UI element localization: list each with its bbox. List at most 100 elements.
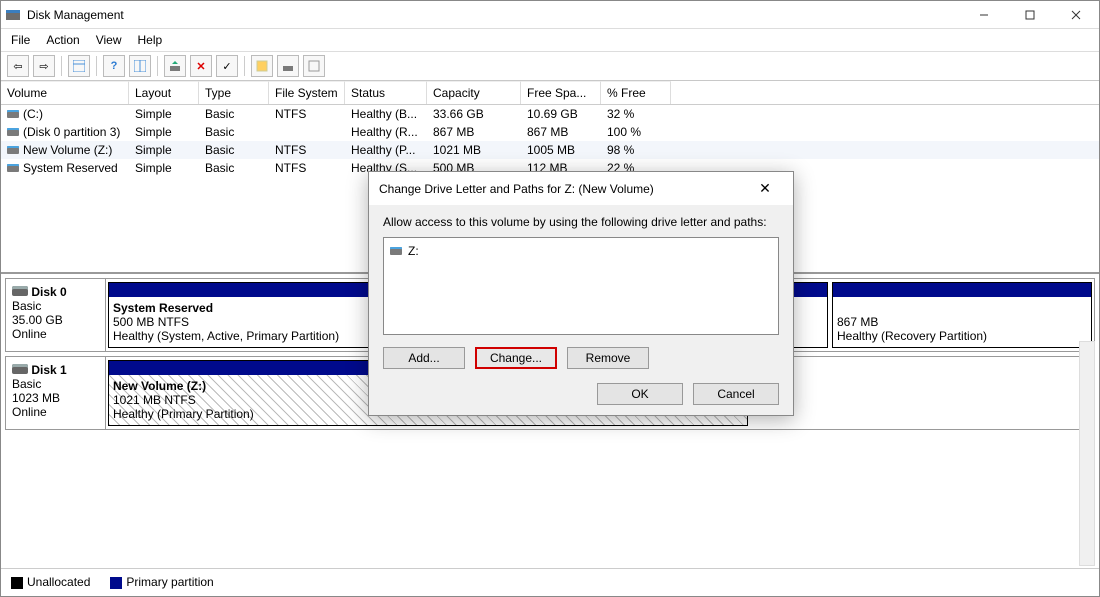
part-size: 1021 MB NTFS bbox=[113, 393, 196, 407]
window-title: Disk Management bbox=[27, 8, 1095, 22]
disk-state: Online bbox=[12, 405, 47, 419]
paths-listbox[interactable]: Z: bbox=[383, 237, 779, 335]
vol-name: System Reserved bbox=[23, 161, 118, 175]
toolbar-sep bbox=[61, 56, 62, 76]
toolbar-icon[interactable] bbox=[303, 55, 325, 77]
titlebar: Disk Management bbox=[1, 1, 1099, 29]
vol-free: 1005 MB bbox=[521, 141, 601, 159]
vol-status: Healthy (R... bbox=[345, 123, 427, 141]
disk-size: 35.00 GB bbox=[12, 313, 63, 327]
disk0-label[interactable]: Disk 0 Basic 35.00 GB Online bbox=[6, 279, 106, 351]
toolbar-view-icon[interactable] bbox=[68, 55, 90, 77]
dialog-titlebar: Change Drive Letter and Paths for Z: (Ne… bbox=[369, 172, 793, 205]
part-title: New Volume (Z:) bbox=[113, 379, 206, 393]
drive-icon bbox=[7, 128, 19, 136]
help-icon[interactable]: ? bbox=[103, 55, 125, 77]
part-status: Healthy (Recovery Partition) bbox=[837, 329, 987, 343]
toolbar-icon[interactable] bbox=[251, 55, 273, 77]
vol-name: New Volume (Z:) bbox=[23, 143, 112, 157]
col-status[interactable]: Status bbox=[345, 81, 427, 104]
path-entry[interactable]: Z: bbox=[390, 244, 772, 258]
partition-system-reserved[interactable]: System Reserved 500 MB NTFS Healthy (Sys… bbox=[108, 282, 398, 348]
volume-row[interactable]: (Disk 0 partition 3) Simple Basic Health… bbox=[1, 123, 1099, 141]
disk-size: 1023 MB bbox=[12, 391, 60, 405]
drive-icon bbox=[7, 164, 19, 172]
disk-state: Online bbox=[12, 327, 47, 341]
menu-file[interactable]: File bbox=[11, 33, 30, 47]
back-button[interactable]: ⇦ bbox=[7, 55, 29, 77]
vol-status: Healthy (B... bbox=[345, 105, 427, 123]
col-type[interactable]: Type bbox=[199, 81, 269, 104]
forward-button[interactable]: ⇨ bbox=[33, 55, 55, 77]
volume-row[interactable]: New Volume (Z:) Simple Basic NTFS Health… bbox=[1, 141, 1099, 159]
maximize-button[interactable] bbox=[1007, 1, 1053, 29]
disk-icon bbox=[12, 286, 28, 296]
part-size: 867 MB bbox=[837, 315, 878, 329]
disk1-label[interactable]: Disk 1 Basic 1023 MB Online bbox=[6, 357, 106, 429]
vol-layout: Simple bbox=[129, 123, 199, 141]
volume-list-header: Volume Layout Type File System Status Ca… bbox=[1, 81, 1099, 105]
volume-row[interactable]: (C:) Simple Basic NTFS Healthy (B... 33.… bbox=[1, 105, 1099, 123]
toolbar-icon[interactable] bbox=[129, 55, 151, 77]
vol-type: Basic bbox=[199, 105, 269, 123]
legend-unalloc: Unallocated bbox=[11, 575, 90, 589]
col-capacity[interactable]: Capacity bbox=[427, 81, 521, 104]
part-title: System Reserved bbox=[113, 301, 213, 315]
disk-icon bbox=[12, 364, 28, 374]
partition-recovery[interactable]: 867 MB Healthy (Recovery Partition) bbox=[832, 282, 1092, 348]
vol-fs: NTFS bbox=[269, 159, 345, 177]
legend-primary: Primary partition bbox=[110, 575, 213, 589]
col-freespace[interactable]: Free Spa... bbox=[521, 81, 601, 104]
delete-icon[interactable]: ✕ bbox=[190, 55, 212, 77]
change-drive-letter-dialog: Change Drive Letter and Paths for Z: (Ne… bbox=[368, 171, 794, 416]
remove-button[interactable]: Remove bbox=[567, 347, 649, 369]
menu-action[interactable]: Action bbox=[46, 33, 79, 47]
properties-icon[interactable]: ✓ bbox=[216, 55, 238, 77]
cancel-button[interactable]: Cancel bbox=[693, 383, 779, 405]
col-layout[interactable]: Layout bbox=[129, 81, 199, 104]
menu-view[interactable]: View bbox=[96, 33, 122, 47]
toolbar-sep bbox=[96, 56, 97, 76]
toolbar-sep bbox=[157, 56, 158, 76]
legend: Unallocated Primary partition bbox=[1, 568, 1099, 595]
dialog-title: Change Drive Letter and Paths for Z: (Ne… bbox=[379, 182, 747, 196]
vertical-scrollbar[interactable] bbox=[1079, 341, 1095, 566]
col-fs[interactable]: File System bbox=[269, 81, 345, 104]
disk-type: Basic bbox=[12, 299, 41, 313]
menu-help[interactable]: Help bbox=[138, 33, 163, 47]
vol-name: (Disk 0 partition 3) bbox=[23, 125, 120, 139]
add-button[interactable]: Add... bbox=[383, 347, 465, 369]
col-volume[interactable]: Volume bbox=[1, 81, 129, 104]
drive-icon bbox=[7, 110, 19, 118]
disk-name: Disk 0 bbox=[31, 285, 66, 299]
drive-icon bbox=[7, 146, 19, 154]
dialog-close-button[interactable]: ✕ bbox=[747, 180, 783, 197]
vol-fs: NTFS bbox=[269, 141, 345, 159]
vol-layout: Simple bbox=[129, 105, 199, 123]
disk-type: Basic bbox=[12, 377, 41, 391]
close-button[interactable] bbox=[1053, 1, 1099, 29]
toolbar-icon[interactable] bbox=[277, 55, 299, 77]
disk-name: Disk 1 bbox=[31, 363, 66, 377]
change-button[interactable]: Change... bbox=[475, 347, 557, 369]
ok-button[interactable]: OK bbox=[597, 383, 683, 405]
window-controls bbox=[961, 1, 1099, 29]
vol-status: Healthy (P... bbox=[345, 141, 427, 159]
vol-free: 10.69 GB bbox=[521, 105, 601, 123]
menubar: File Action View Help bbox=[1, 29, 1099, 52]
vol-layout: Simple bbox=[129, 159, 199, 177]
refresh-icon[interactable] bbox=[164, 55, 186, 77]
vol-cap: 33.66 GB bbox=[427, 105, 521, 123]
part-size: 500 MB NTFS bbox=[113, 315, 189, 329]
minimize-button[interactable] bbox=[961, 1, 1007, 29]
drive-icon bbox=[390, 247, 402, 255]
vol-type: Basic bbox=[199, 159, 269, 177]
vol-layout: Simple bbox=[129, 141, 199, 159]
vol-type: Basic bbox=[199, 141, 269, 159]
col-pctfree[interactable]: % Free bbox=[601, 81, 671, 104]
vol-fs bbox=[269, 123, 345, 141]
vol-pct: 98 % bbox=[601, 141, 671, 159]
vol-cap: 1021 MB bbox=[427, 141, 521, 159]
dialog-instruction: Allow access to this volume by using the… bbox=[383, 215, 779, 229]
vol-type: Basic bbox=[199, 123, 269, 141]
